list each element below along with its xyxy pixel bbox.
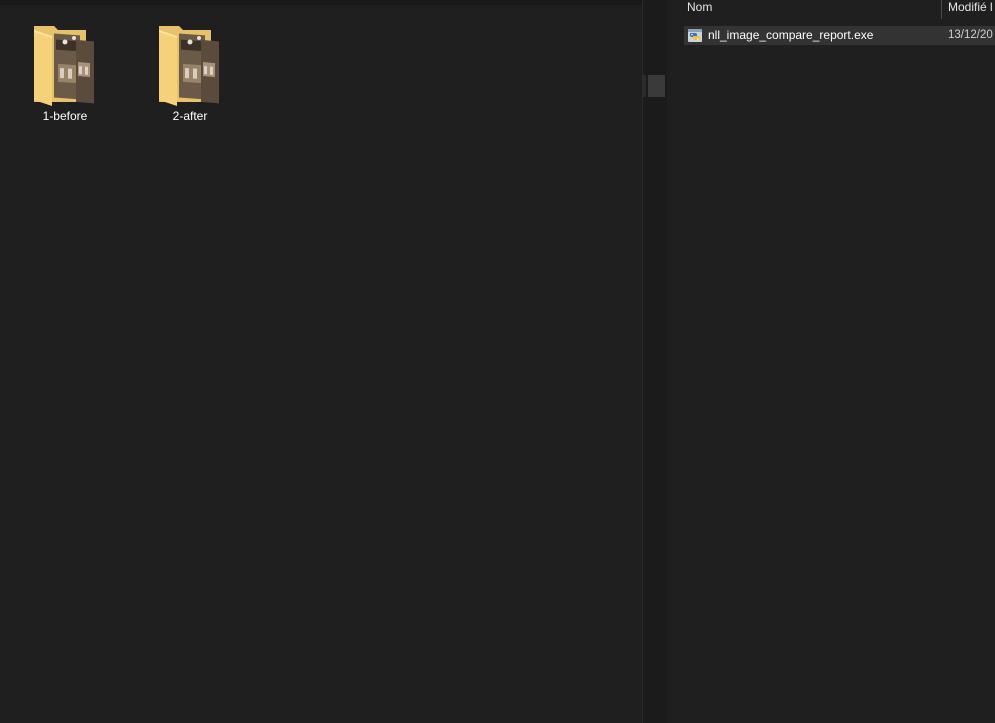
python-exe-icon xyxy=(688,29,702,42)
scrollbar-track-edge xyxy=(642,75,646,97)
file-row[interactable]: nll_image_compare_report.exe 13/12/20 xyxy=(684,26,995,45)
file-explorer-window: 1-before 2-after Nom Modifié l nll_image… xyxy=(0,0,995,723)
folder-label: 2-after xyxy=(172,109,208,123)
file-modified-date: 13/12/20 xyxy=(948,29,993,41)
right-pane-details-view: Nom Modifié l nll_image_compare_report.e… xyxy=(667,0,995,723)
column-header-modified[interactable]: Modifié l xyxy=(948,0,995,19)
file-name: nll_image_compare_report.exe xyxy=(708,28,874,42)
folder-with-images-icon xyxy=(159,26,219,106)
folder-item-2-after[interactable]: 2-after xyxy=(145,22,235,128)
column-header-name[interactable]: Nom xyxy=(687,0,937,19)
left-pane-top-band xyxy=(0,0,642,5)
folder-item-1-before[interactable]: 1-before xyxy=(20,22,110,128)
left-pane-folder-view: 1-before 2-after xyxy=(0,0,642,723)
scrollbar-thumb[interactable] xyxy=(648,75,665,97)
folder-with-images-icon xyxy=(34,26,94,106)
column-divider[interactable] xyxy=(941,0,942,19)
pane-splitter[interactable] xyxy=(642,0,667,723)
folder-label: 1-before xyxy=(42,109,88,123)
